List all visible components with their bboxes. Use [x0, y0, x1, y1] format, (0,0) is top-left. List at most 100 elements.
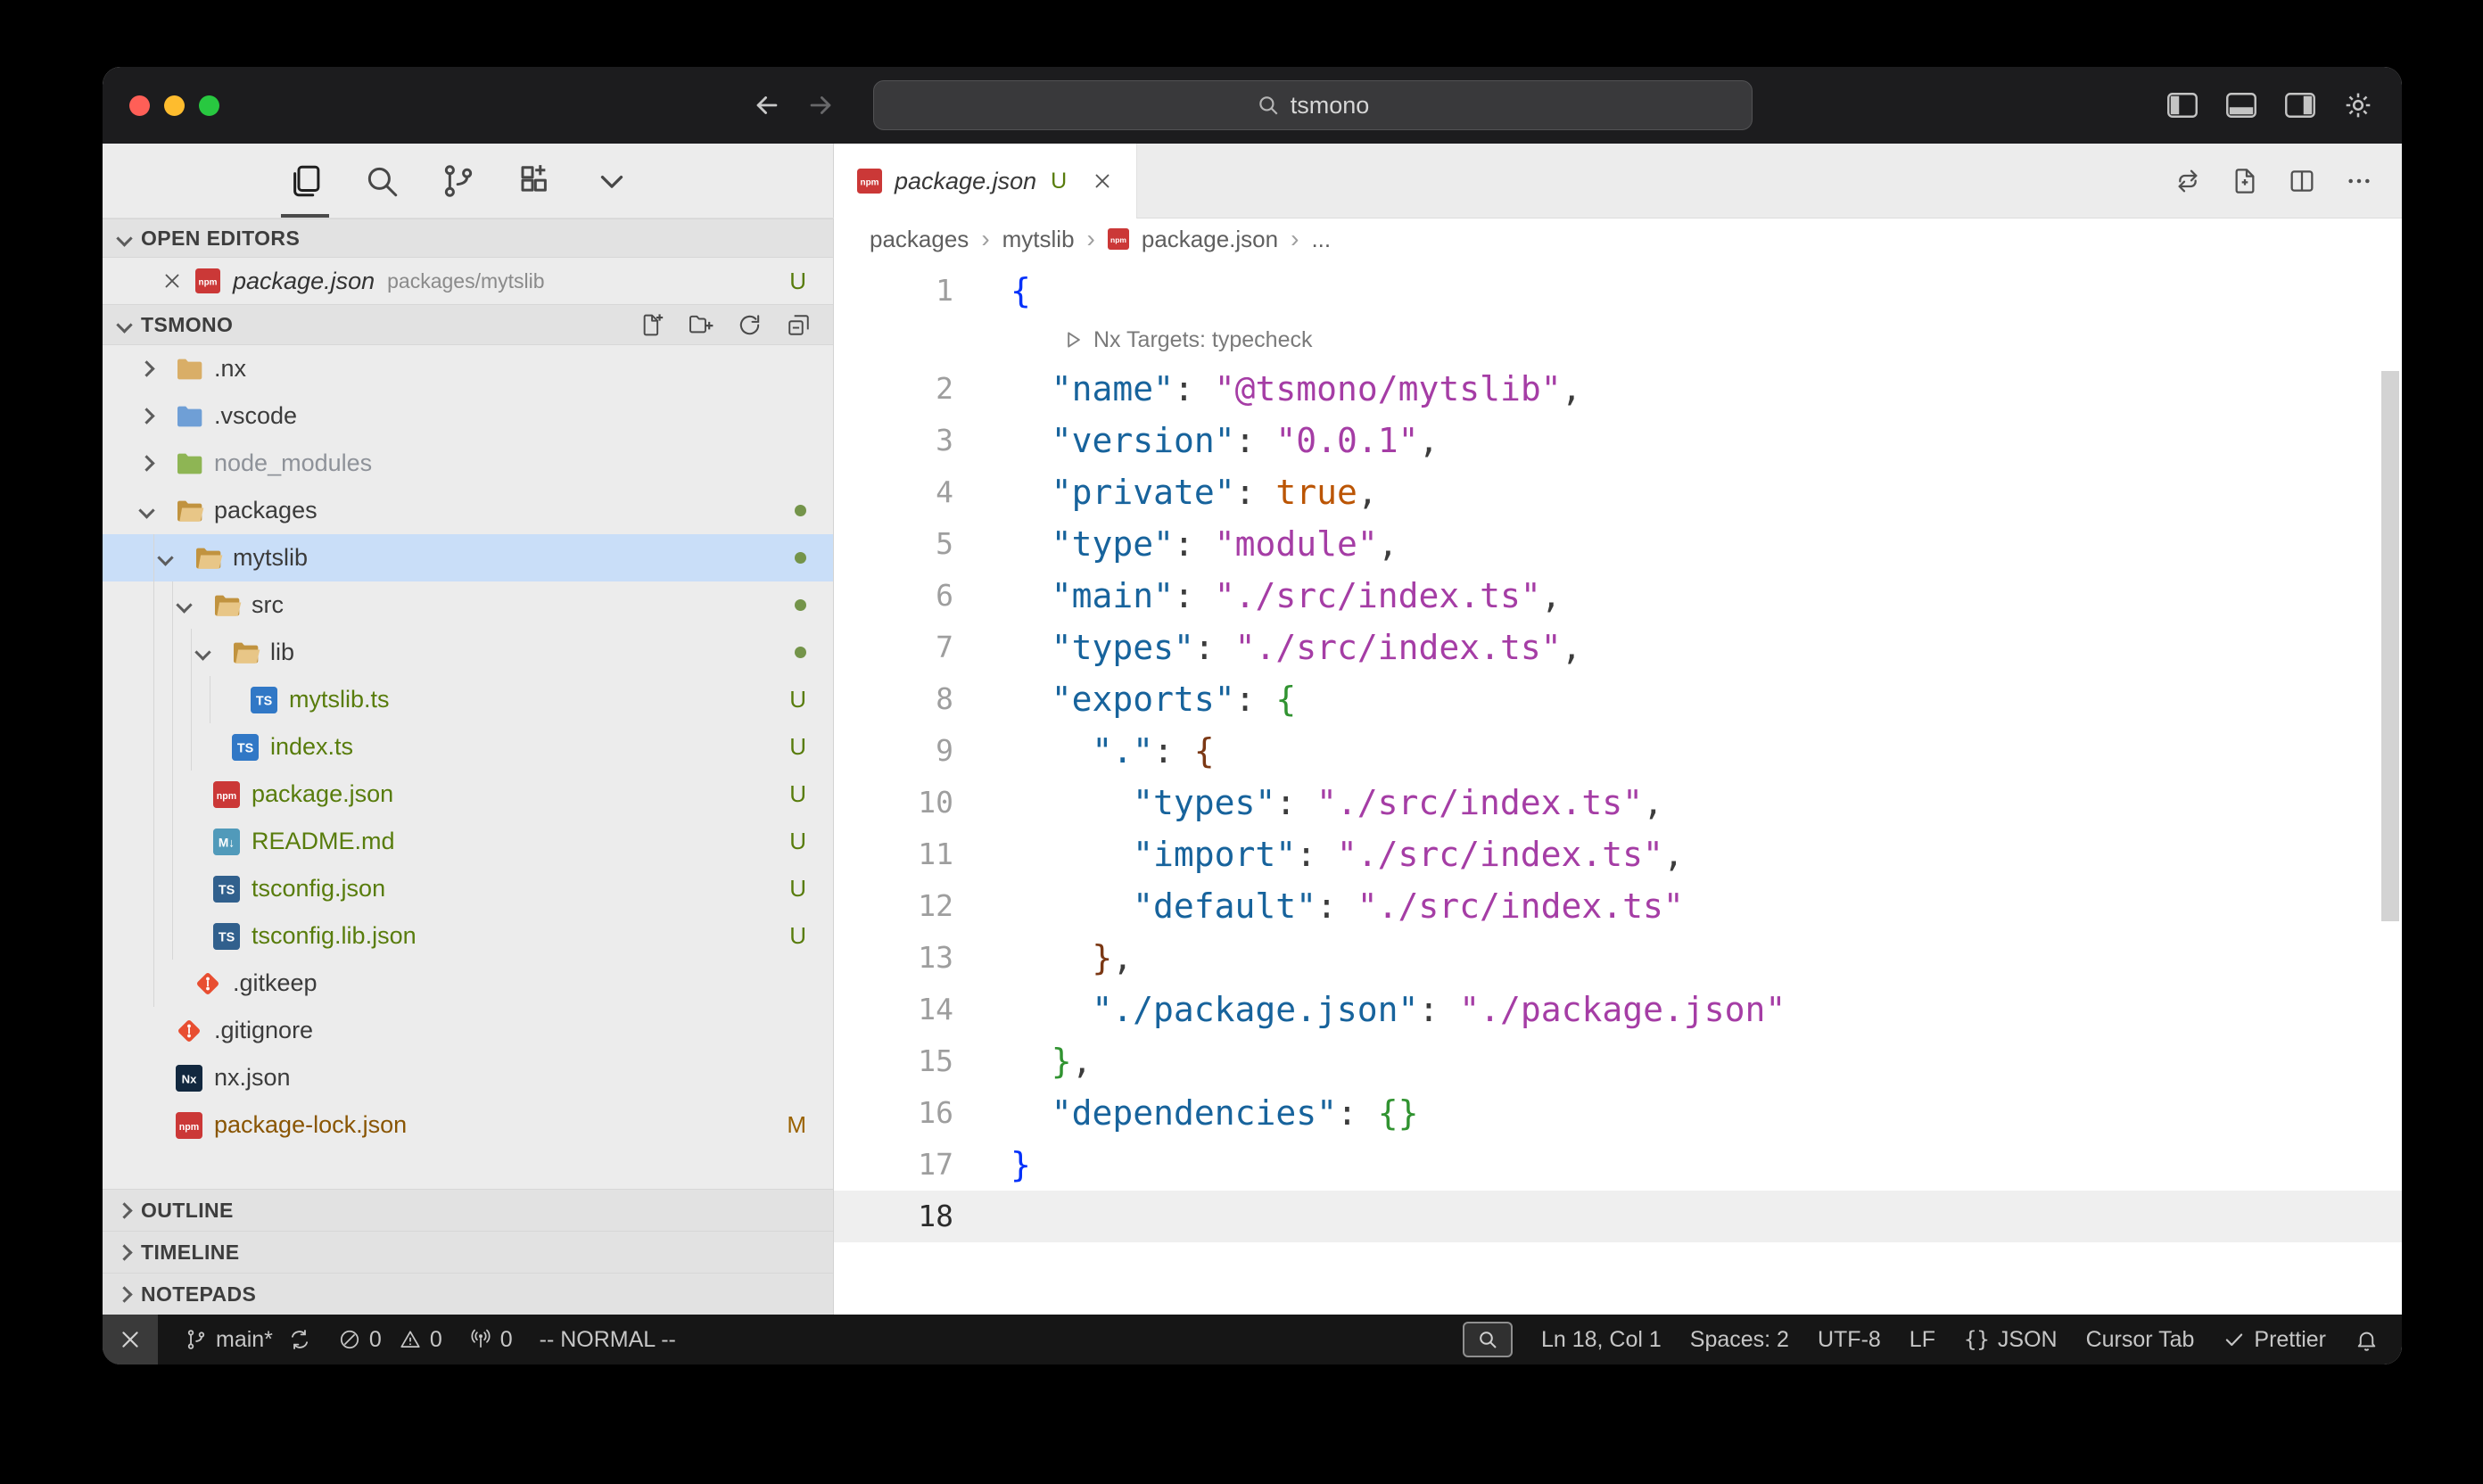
eol-status[interactable]: LF [1910, 1327, 1935, 1353]
scrollbar-thumb[interactable] [2381, 371, 2399, 921]
expand-icon[interactable] [141, 505, 176, 516]
tree-item--nx[interactable]: .nx [103, 345, 833, 392]
toggle-bottom-panel-button[interactable] [2225, 92, 2257, 119]
tree-item-package-lock-json[interactable]: npmpackage-lock.jsonM [103, 1101, 833, 1149]
tree-item-tsconfig-lib-json[interactable]: TStsconfig.lib.jsonU [103, 912, 833, 960]
ports-status[interactable]: 0 [469, 1327, 513, 1353]
code-line[interactable]: 17} [834, 1139, 2402, 1191]
tree-item-label: node_modules [214, 449, 372, 477]
collapse-folders-button[interactable] [786, 312, 812, 338]
remote-indicator[interactable] [103, 1315, 158, 1364]
code-line[interactable]: 14"./package.json": "./package.json" [834, 984, 2402, 1035]
breadcrumb-item[interactable]: package.json [1142, 226, 1278, 253]
tree-item-readme-md[interactable]: M↓README.mdU [103, 818, 833, 865]
code-line[interactable]: 16"dependencies": {} [834, 1087, 2402, 1139]
close-tab-button[interactable] [1092, 170, 1113, 192]
code-line[interactable]: 8"exports": { [834, 673, 2402, 725]
timeline-header[interactable]: TIMELINE [103, 1231, 833, 1273]
tree-item-nx-json[interactable]: Nxnx.json [103, 1054, 833, 1101]
expand-icon[interactable] [141, 458, 176, 469]
open-editor-item[interactable]: npm package.json packages/mytslib U [103, 258, 833, 304]
tree-item-mytslib[interactable]: mytslib [103, 534, 833, 581]
breadcrumb-item[interactable]: ... [1311, 226, 1331, 253]
expand-icon[interactable] [141, 363, 176, 375]
code-line[interactable]: 4"private": true, [834, 466, 2402, 518]
problems-status[interactable]: 0 0 [338, 1327, 442, 1353]
tree-item-src[interactable]: src [103, 581, 833, 629]
encoding-status[interactable]: UTF-8 [1818, 1327, 1881, 1353]
code-line[interactable]: 18 [834, 1191, 2402, 1242]
sync-changes-icon[interactable] [288, 1328, 311, 1351]
extensions-view-button[interactable] [511, 144, 559, 218]
tree-item--gitignore[interactable]: .gitignore [103, 1007, 833, 1054]
compare-changes-button[interactable] [2174, 167, 2202, 195]
code-line[interactable]: 3"version": "0.0.1", [834, 415, 2402, 466]
tree-item-packages[interactable]: packages [103, 487, 833, 534]
forward-button[interactable] [805, 90, 836, 120]
code-editor[interactable]: 1{Nx Targets: typecheck2"name": "@tsmono… [834, 260, 2402, 1315]
search-view-button[interactable] [358, 144, 406, 218]
code-line[interactable]: 11"import": "./src/index.ts", [834, 829, 2402, 880]
new-folder-button[interactable] [688, 312, 714, 338]
code-line[interactable]: 12"default": "./src/index.ts" [834, 880, 2402, 932]
more-actions-button[interactable] [2345, 167, 2373, 195]
outline-header[interactable]: OUTLINE [103, 1189, 833, 1231]
code-line[interactable]: 1{ [834, 265, 2402, 317]
breadcrumb-item[interactable]: packages [870, 226, 969, 253]
tree-item-mytslib-ts[interactable]: TSmytslib.tsU [103, 676, 833, 723]
more-views-button[interactable] [588, 144, 636, 218]
indentation-status[interactable]: Spaces: 2 [1690, 1327, 1789, 1353]
toggle-right-panel-button[interactable] [2284, 92, 2316, 119]
cursor-position-status[interactable]: Ln 18, Col 1 [1541, 1327, 1662, 1353]
code-line[interactable]: 10"types": "./src/index.ts", [834, 777, 2402, 829]
expand-icon[interactable] [197, 647, 232, 658]
tree-item-tsconfig-json[interactable]: TStsconfig.jsonU [103, 865, 833, 912]
file-diff-button[interactable] [2231, 167, 2259, 195]
tree-item-package-json[interactable]: npmpackage.jsonU [103, 771, 833, 818]
tree-item--gitkeep[interactable]: .gitkeep [103, 960, 833, 1007]
close-editor-icon[interactable] [161, 270, 183, 292]
settings-button[interactable] [2343, 90, 2373, 120]
titlebar: tsmono [103, 67, 2402, 144]
language-mode-status[interactable]: {} JSON [1964, 1327, 2058, 1353]
codelens[interactable]: Nx Targets: typecheck [834, 317, 2402, 363]
tree-item-lib[interactable]: lib [103, 629, 833, 676]
notepads-header[interactable]: NOTEPADS [103, 1273, 833, 1315]
code-line[interactable]: 7"types": "./src/index.ts", [834, 622, 2402, 673]
main-area: OPEN EDITORS npm package.json packages/m… [103, 218, 2402, 1315]
open-editors-header[interactable]: OPEN EDITORS [103, 218, 833, 258]
git-branch-status[interactable]: main* [185, 1327, 311, 1353]
code-line[interactable]: 5"type": "module", [834, 518, 2402, 570]
line-number: 8 [834, 673, 953, 725]
source-control-view-button[interactable] [434, 144, 483, 218]
new-file-button[interactable] [639, 312, 664, 338]
back-button[interactable] [752, 90, 782, 120]
zoom-indicator[interactable] [1463, 1322, 1513, 1357]
code-line[interactable]: 6"main": "./src/index.ts", [834, 570, 2402, 622]
minimize-window-button[interactable] [164, 95, 185, 116]
zoom-window-button[interactable] [199, 95, 219, 116]
formatter-status[interactable]: Prettier [2223, 1327, 2326, 1353]
tree-item-index-ts[interactable]: TSindex.tsU [103, 723, 833, 771]
vim-mode-indicator[interactable]: -- NORMAL -- [540, 1327, 676, 1353]
close-window-button[interactable] [129, 95, 150, 116]
code-line[interactable]: 2"name": "@tsmono/mytslib", [834, 363, 2402, 415]
toggle-left-panel-button[interactable] [2166, 92, 2198, 119]
expand-icon[interactable] [160, 552, 194, 564]
refresh-explorer-button[interactable] [737, 312, 763, 338]
command-center-search[interactable]: tsmono [873, 80, 1753, 130]
notifications-bell[interactable] [2355, 1328, 2379, 1352]
tab-package-json[interactable]: npm package.json U [834, 144, 1137, 218]
breadcrumb-item[interactable]: mytslib [1002, 226, 1075, 253]
code-line[interactable]: 9".": { [834, 725, 2402, 777]
cursor-tab-status[interactable]: Cursor Tab [2086, 1327, 2195, 1353]
project-header[interactable]: TSMONO [103, 304, 833, 345]
tree-item--vscode[interactable]: .vscode [103, 392, 833, 440]
tree-item-node-modules[interactable]: node_modules [103, 440, 833, 487]
code-line[interactable]: 15}, [834, 1035, 2402, 1087]
code-line[interactable]: 13}, [834, 932, 2402, 984]
expand-icon[interactable] [141, 410, 176, 422]
expand-icon[interactable] [178, 599, 213, 611]
split-editor-button[interactable] [2288, 167, 2316, 195]
explorer-view-button[interactable] [281, 144, 329, 218]
